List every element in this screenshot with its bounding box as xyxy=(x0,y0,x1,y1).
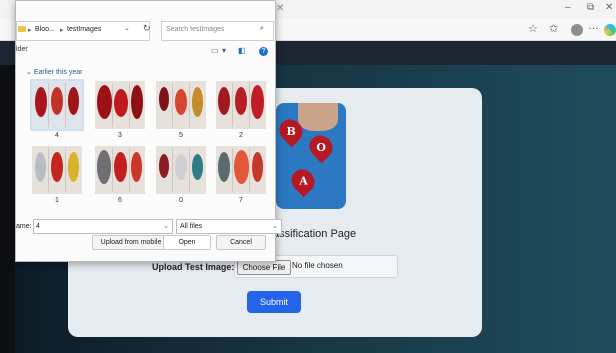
chevron-down-icon: ⌄ xyxy=(272,223,278,230)
breadcrumb-testimages[interactable]: testImages xyxy=(67,26,101,33)
refresh-icon[interactable]: ↻ xyxy=(143,23,151,34)
star-icon[interactable]: ☆ xyxy=(528,22,538,35)
image-thumb-6[interactable] xyxy=(95,146,145,194)
edge-icon[interactable] xyxy=(604,24,616,36)
blood-group-image: B O A xyxy=(276,103,346,209)
close-window-icon[interactable]: ✕ xyxy=(605,2,613,13)
help-icon[interactable]: ? xyxy=(259,47,268,56)
chevron-down-icon[interactable]: ⌄ xyxy=(124,24,130,32)
open-file-dialog: ✕ ▸ Bloo... ▸ testImages ⌄ ↻ Search test… xyxy=(15,0,284,262)
preview-pane-icon[interactable]: ◧ xyxy=(238,46,246,55)
group-header[interactable]: ⌄ Earlier this year xyxy=(26,68,82,76)
favorites-icon[interactable]: ✩ xyxy=(549,22,558,35)
cancel-button[interactable]: Cancel xyxy=(216,235,266,250)
drop-o: O xyxy=(304,130,338,164)
image-thumb-0[interactable] xyxy=(156,146,206,194)
minimize-icon[interactable]: – xyxy=(565,2,571,13)
submit-button[interactable]: Submit xyxy=(247,291,301,313)
thumb-label: 7 xyxy=(239,197,243,204)
profile-icon[interactable] xyxy=(571,24,583,36)
open-button[interactable]: Open xyxy=(163,235,211,250)
sidebar-folder-label: lder xyxy=(16,46,28,53)
folder-icon xyxy=(18,26,26,32)
restore-icon[interactable]: ⧉ xyxy=(587,2,594,13)
chevron-down-icon: ⌄ xyxy=(26,69,34,76)
chevron-down-icon: ⌄ xyxy=(163,223,169,230)
image-thumb-1[interactable] xyxy=(32,146,82,194)
filename-input[interactable]: 4 ⌄ xyxy=(33,219,173,234)
upload-from-mobile-button[interactable]: Upload from mobile xyxy=(92,235,170,250)
search-icon: ⌕ xyxy=(260,25,264,32)
thumb-label: 5 xyxy=(179,132,183,139)
drop-a: A xyxy=(286,164,320,198)
choose-file-button[interactable]: Choose File xyxy=(237,260,291,275)
thumb-label: 1 xyxy=(55,197,59,204)
search-input[interactable]: Search testImages ⌕ xyxy=(161,21,274,41)
dialog-close-icon[interactable]: ✕ xyxy=(276,3,284,14)
image-thumb-3[interactable] xyxy=(95,81,145,129)
filename-label: ame: xyxy=(16,223,32,230)
image-thumb-4[interactable] xyxy=(30,79,84,131)
thumb-label: 6 xyxy=(118,197,122,204)
breadcrumb-bloo[interactable]: Bloo... xyxy=(35,26,55,33)
view-dropdown-icon[interactable]: ▾ xyxy=(222,46,226,55)
upload-label: Upload Test Image: xyxy=(152,262,235,272)
file-type-select[interactable]: All files ⌄ xyxy=(176,219,282,234)
more-icon[interactable]: … xyxy=(588,20,599,32)
thumb-label: 4 xyxy=(55,132,59,139)
thumb-label: 0 xyxy=(179,197,183,204)
image-thumb-5[interactable] xyxy=(156,81,206,129)
address-bar[interactable]: ▸ Bloo... ▸ testImages xyxy=(16,21,150,41)
thumb-label: 2 xyxy=(239,132,243,139)
image-thumb-2[interactable] xyxy=(216,81,266,129)
view-options-icon[interactable]: ▭ xyxy=(211,46,219,55)
image-thumb-7[interactable] xyxy=(216,146,266,194)
no-file-text: No file chosen xyxy=(292,261,343,270)
thumb-label: 3 xyxy=(118,132,122,139)
page-title: assification Page xyxy=(273,228,357,240)
